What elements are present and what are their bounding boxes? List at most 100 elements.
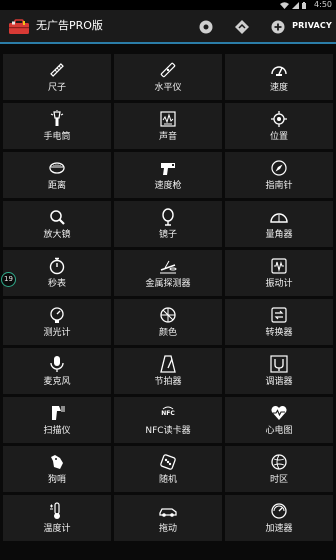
rate-icon[interactable] (234, 19, 250, 35)
tool-tile[interactable]: 加速器 (225, 495, 333, 541)
add-icon[interactable] (270, 19, 286, 35)
converter-icon (270, 306, 288, 324)
heart-rate-icon (270, 404, 288, 422)
tool-tile[interactable]: 随机 (114, 446, 222, 492)
tool-label: 加速器 (265, 524, 293, 534)
floating-count-badge[interactable]: 19 (1, 272, 16, 287)
tool-tile[interactable]: 时区 (225, 446, 333, 492)
accelerometer-icon (270, 502, 288, 520)
tool-tile[interactable]: 节拍器 (114, 348, 222, 394)
tool-tile[interactable]: 量角器 (225, 201, 333, 247)
tool-tile[interactable]: 测光计 (3, 299, 111, 345)
tool-label: 转换器 (265, 328, 293, 338)
tool-label: 速度 (269, 83, 288, 93)
ruler-icon (48, 61, 66, 79)
stopwatch-icon (48, 257, 66, 275)
settings-icon[interactable] (198, 19, 214, 35)
tool-label: 扫描仪 (43, 426, 71, 436)
tools-grid: 尺子 水平仪 速度手电筒 声音 位置距离 速度枪 指南针放大镜 镜子 量角器秒表 金属探测器 振动计… (3, 54, 333, 541)
tool-tile[interactable]: 速度枪 (114, 152, 222, 198)
tool-tile[interactable]: 位置 (225, 103, 333, 149)
tool-tile[interactable]: 水平仪 (114, 54, 222, 100)
tool-label: 声音 (158, 132, 177, 142)
tool-tile[interactable]: 心电图 (225, 397, 333, 443)
tool-label: 指南针 (265, 181, 293, 191)
tool-tile[interactable]: 转换器 (225, 299, 333, 345)
tool-label: NFC读卡器 (145, 426, 191, 436)
tool-label: 麦克风 (43, 377, 71, 387)
tool-label: 手电筒 (43, 132, 71, 142)
color-icon (159, 306, 177, 324)
car-icon (159, 502, 177, 520)
distance-icon (48, 159, 66, 177)
toolbox-icon (9, 19, 29, 34)
protractor-icon (270, 208, 288, 226)
tool-tile[interactable]: 金属探测器 (114, 250, 222, 296)
tool-label: 距离 (47, 181, 66, 191)
sound-meter-icon (159, 110, 177, 128)
tool-label: 拖动 (158, 524, 177, 534)
tool-tile[interactable]: 拖动 (114, 495, 222, 541)
signal-icon (292, 1, 299, 9)
vibrometer-icon (270, 257, 288, 275)
location-icon (270, 110, 288, 128)
dog-whistle-icon (48, 453, 66, 471)
tool-label: 调谐器 (265, 377, 293, 387)
tool-tile[interactable]: 声音 (114, 103, 222, 149)
privacy-button[interactable]: PRIVACY (292, 10, 332, 42)
nfc-icon (159, 404, 177, 422)
tool-label: 秒表 (47, 279, 66, 289)
metal-detector-icon (159, 257, 177, 275)
tool-label: 速度枪 (154, 181, 182, 191)
battery-icon (302, 1, 306, 9)
tool-label: 位置 (269, 132, 288, 142)
tool-tile[interactable]: NFC读卡器 (114, 397, 222, 443)
app-title: 无广告PRO版 (36, 19, 103, 32)
tool-label: 测光计 (43, 328, 71, 338)
tool-tile[interactable]: 狗哨 (3, 446, 111, 492)
tool-tile[interactable]: 镜子 (114, 201, 222, 247)
mirror-icon (159, 208, 177, 226)
tuner-icon (270, 355, 288, 373)
tool-label: 量角器 (265, 230, 293, 240)
tool-label: 随机 (158, 475, 177, 485)
tool-label: 金属探测器 (145, 279, 191, 289)
tool-label: 温度计 (43, 524, 71, 534)
tool-label: 放大镜 (43, 230, 71, 240)
tool-label: 时区 (269, 475, 288, 485)
tool-tile[interactable]: 温度计 (3, 495, 111, 541)
tool-tile[interactable]: 手电筒 (3, 103, 111, 149)
level-icon (159, 61, 177, 79)
tool-tile[interactable]: 速度 (225, 54, 333, 100)
time-zone-icon (270, 453, 288, 471)
tool-label: 水平仪 (154, 83, 182, 93)
tool-label: 颜色 (158, 328, 177, 338)
scanner-icon (48, 404, 66, 422)
tool-tile[interactable]: 放大镜 (3, 201, 111, 247)
tool-tile[interactable]: 距离 (3, 152, 111, 198)
speed-gun-icon (159, 159, 177, 177)
tool-tile[interactable]: 麦克风 (3, 348, 111, 394)
tool-tile[interactable]: 扫描仪 (3, 397, 111, 443)
action-bar: 无广告PRO版 PRIVACY (0, 10, 336, 44)
tool-tile[interactable]: 秒表 (3, 250, 111, 296)
tool-label: 狗哨 (47, 475, 66, 485)
tool-tile[interactable]: 颜色 (114, 299, 222, 345)
thermometer-icon (48, 502, 66, 520)
metronome-icon (159, 355, 177, 373)
compass-icon (270, 159, 288, 177)
wifi-icon (280, 1, 289, 9)
magnifier-icon (48, 208, 66, 226)
flashlight-icon (48, 110, 66, 128)
status-icons (280, 1, 306, 9)
tool-tile[interactable]: 指南针 (225, 152, 333, 198)
tool-label: 尺子 (47, 83, 66, 93)
tool-tile[interactable]: 振动计 (225, 250, 333, 296)
speedometer-icon (270, 61, 288, 79)
tool-tile[interactable]: 尺子 (3, 54, 111, 100)
tool-tile[interactable]: 调谐器 (225, 348, 333, 394)
tool-label: 节拍器 (154, 377, 182, 387)
status-time: 4:50 (314, 0, 332, 9)
status-bar: 4:50 (0, 0, 336, 10)
dice-icon (159, 453, 177, 471)
